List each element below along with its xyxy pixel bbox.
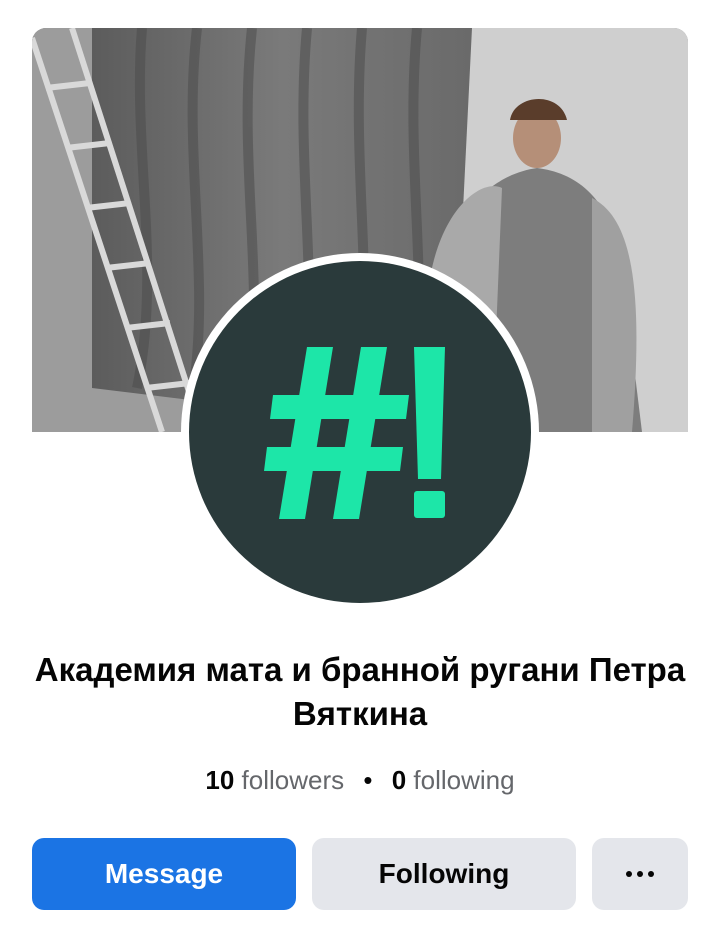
followers-count[interactable]: 10 [205, 765, 234, 795]
following-button[interactable]: Following [312, 838, 576, 910]
profile-avatar[interactable] [181, 253, 539, 611]
hash-exclamation-logo-icon [264, 347, 445, 519]
followers-label[interactable]: followers [242, 765, 345, 795]
avatar-circle [189, 261, 531, 603]
message-button[interactable]: Message [32, 838, 296, 910]
follow-stats: 10 followers • 0 following [0, 762, 720, 798]
page-title: Академия мата и бранной ругани Петра Вят… [34, 651, 686, 732]
stats-separator: • [363, 765, 373, 795]
more-options-button[interactable] [592, 838, 688, 910]
following-count[interactable]: 0 [392, 765, 406, 795]
following-label[interactable]: following [413, 765, 514, 795]
more-horizontal-icon [626, 871, 654, 877]
